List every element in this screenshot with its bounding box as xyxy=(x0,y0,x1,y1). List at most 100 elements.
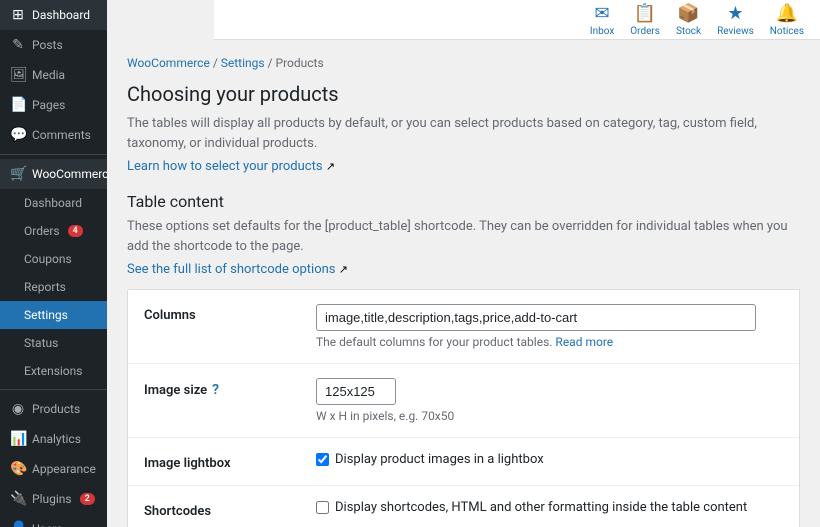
breadcrumb-settings[interactable]: Settings xyxy=(221,56,265,70)
image-size-input[interactable] xyxy=(316,378,396,405)
image-size-row: Image size ? W x H in pixels, e.g. 70x50 xyxy=(128,364,799,438)
shortcodes-checkbox[interactable] xyxy=(316,501,329,514)
sidebar-item-pages[interactable]: 📄 Pages xyxy=(0,90,107,120)
shortcodes-row: Shortcodes Display shortcodes, HTML and … xyxy=(128,486,799,527)
breadcrumb-current: Products xyxy=(276,56,324,70)
sidebar-item-wc-settings[interactable]: Settings xyxy=(0,301,107,329)
sidebar-item-label: Media xyxy=(32,68,65,82)
media-icon: 🖼 xyxy=(10,67,26,83)
notices-icon: 🔔 xyxy=(776,3,798,24)
section1-link-container: Learn how to select your products ↗ xyxy=(127,159,800,174)
sidebar-item-comments[interactable]: 💬 Comments xyxy=(0,120,107,150)
sidebar-item-wc-coupons[interactable]: Coupons xyxy=(0,245,107,273)
image-size-help-icon[interactable]: ? xyxy=(212,382,219,398)
shortcodes-text: Display shortcodes, HTML and other forma… xyxy=(335,500,747,515)
image-lightbox-row: Image lightbox Display product images in… xyxy=(128,438,799,486)
sidebar-item-label: Dashboard xyxy=(32,8,90,22)
stock-label: Stock xyxy=(676,26,701,37)
shortcodes-checkbox-label[interactable]: Display shortcodes, HTML and other forma… xyxy=(316,500,783,515)
section2-link[interactable]: See the full list of shortcode options xyxy=(127,262,336,277)
image-lightbox-text: Display product images in a lightbox xyxy=(335,452,544,467)
sidebar-item-wc-status[interactable]: Status xyxy=(0,329,107,357)
analytics-icon: 📊 xyxy=(10,431,26,447)
main-content: WooCommerce / Settings / Products Choosi… xyxy=(107,40,820,527)
sidebar-item-label: Reports xyxy=(24,280,66,294)
sidebar-item-dashboard[interactable]: ⊞ Dashboard xyxy=(0,0,107,30)
plugins-badge: 2 xyxy=(80,493,95,505)
sidebar-item-woocommerce[interactable]: 🛒 WooCommerce xyxy=(0,159,107,189)
orders-icon: 📋 xyxy=(634,3,656,24)
shortcodes-label: Shortcodes xyxy=(144,500,304,519)
sidebar-item-wc-orders[interactable]: Orders 4 xyxy=(0,217,107,245)
shortcodes-control: Display shortcodes, HTML and other forma… xyxy=(316,500,783,515)
topbar-orders[interactable]: 📋 Orders xyxy=(630,3,660,37)
sidebar-item-label: Coupons xyxy=(24,252,72,266)
sidebar-item-users[interactable]: 👤 Users xyxy=(0,514,107,527)
image-size-label: Image size ? xyxy=(144,378,304,398)
image-lightbox-checkbox[interactable] xyxy=(316,453,329,466)
sidebar-item-label: Comments xyxy=(32,128,91,142)
columns-read-more[interactable]: Read more xyxy=(555,335,613,349)
topbar-notices[interactable]: 🔔 Notices xyxy=(770,3,804,37)
sidebar-item-wc-reports[interactable]: Reports xyxy=(0,273,107,301)
products-icon: ◉ xyxy=(10,401,26,417)
topbar-stock[interactable]: 📦 Stock xyxy=(676,3,701,37)
reviews-icon: ★ xyxy=(727,3,743,24)
pages-icon: 📄 xyxy=(10,97,26,113)
breadcrumb-woocommerce[interactable]: WooCommerce xyxy=(127,56,210,70)
breadcrumb: WooCommerce / Settings / Products xyxy=(127,56,800,70)
orders-badge: 4 xyxy=(68,225,83,237)
stock-icon: 📦 xyxy=(677,3,699,24)
image-size-hint: W x H in pixels, e.g. 70x50 xyxy=(316,409,783,423)
inbox-label: Inbox xyxy=(590,26,614,37)
sidebar: ⊞ Dashboard ✎ Posts 🖼 Media 📄 Pages 💬 Co… xyxy=(0,0,107,527)
sidebar-item-label: Appearance xyxy=(32,462,96,476)
sidebar-item-label: Dashboard xyxy=(24,196,82,210)
image-lightbox-checkbox-label[interactable]: Display product images in a lightbox xyxy=(316,452,783,467)
section1-link[interactable]: Learn how to select your products xyxy=(127,159,323,174)
section2-title: Table content xyxy=(127,192,800,211)
section1-title: Choosing your products xyxy=(127,82,800,106)
sidebar-item-products[interactable]: ◉ Products xyxy=(0,394,107,424)
columns-label: Columns xyxy=(144,304,304,323)
breadcrumb-sep1: / xyxy=(213,56,221,70)
sidebar-item-label: Extensions xyxy=(24,364,82,378)
sidebar-item-label: Analytics xyxy=(32,432,81,446)
sidebar-item-appearance[interactable]: 🎨 Appearance xyxy=(0,454,107,484)
columns-row: Columns The default columns for your pro… xyxy=(128,290,799,364)
external-link-icon: ↗ xyxy=(326,160,335,173)
inbox-icon: ✉ xyxy=(595,3,610,24)
sidebar-item-analytics[interactable]: 📊 Analytics xyxy=(0,424,107,454)
external-link-icon2: ↗ xyxy=(339,263,348,276)
sidebar-item-label: Posts xyxy=(32,38,63,52)
section2-link-container: See the full list of shortcode options ↗ xyxy=(127,262,800,277)
sidebar-item-label: Orders xyxy=(24,224,60,238)
columns-input[interactable] xyxy=(316,304,756,331)
reviews-label: Reviews xyxy=(717,26,754,37)
users-icon: 👤 xyxy=(10,521,26,527)
topbar-inbox[interactable]: ✉ Inbox xyxy=(590,3,614,37)
orders-label: Orders xyxy=(630,26,660,37)
topbar: ✉ Inbox 📋 Orders 📦 Stock ★ Reviews 🔔 Not… xyxy=(214,0,820,40)
sidebar-item-label: Pages xyxy=(32,98,65,112)
sidebar-item-wc-dashboard[interactable]: Dashboard xyxy=(0,189,107,217)
topbar-reviews[interactable]: ★ Reviews xyxy=(717,3,754,37)
sidebar-item-label: WooCommerce xyxy=(32,167,107,181)
breadcrumb-sep2: / xyxy=(268,56,276,70)
section2-desc: These options set defaults for the [prod… xyxy=(127,217,800,256)
image-lightbox-label: Image lightbox xyxy=(144,452,304,471)
sidebar-item-label: Products xyxy=(32,402,80,416)
sidebar-item-plugins[interactable]: 🔌 Plugins 2 xyxy=(0,484,107,514)
plugins-icon: 🔌 xyxy=(10,491,26,507)
sidebar-item-wc-extensions[interactable]: Extensions xyxy=(0,357,107,385)
settings-card: Columns The default columns for your pro… xyxy=(127,289,800,527)
posts-icon: ✎ xyxy=(10,37,26,53)
columns-hint: The default columns for your product tab… xyxy=(316,335,783,349)
sidebar-item-label: Settings xyxy=(24,308,68,322)
appearance-icon: 🎨 xyxy=(10,461,26,477)
sidebar-item-media[interactable]: 🖼 Media xyxy=(0,60,107,90)
notices-label: Notices xyxy=(770,26,804,37)
sidebar-item-label: Plugins xyxy=(32,492,72,506)
sidebar-item-posts[interactable]: ✎ Posts xyxy=(0,30,107,60)
sidebar-item-label: Users xyxy=(32,522,63,527)
